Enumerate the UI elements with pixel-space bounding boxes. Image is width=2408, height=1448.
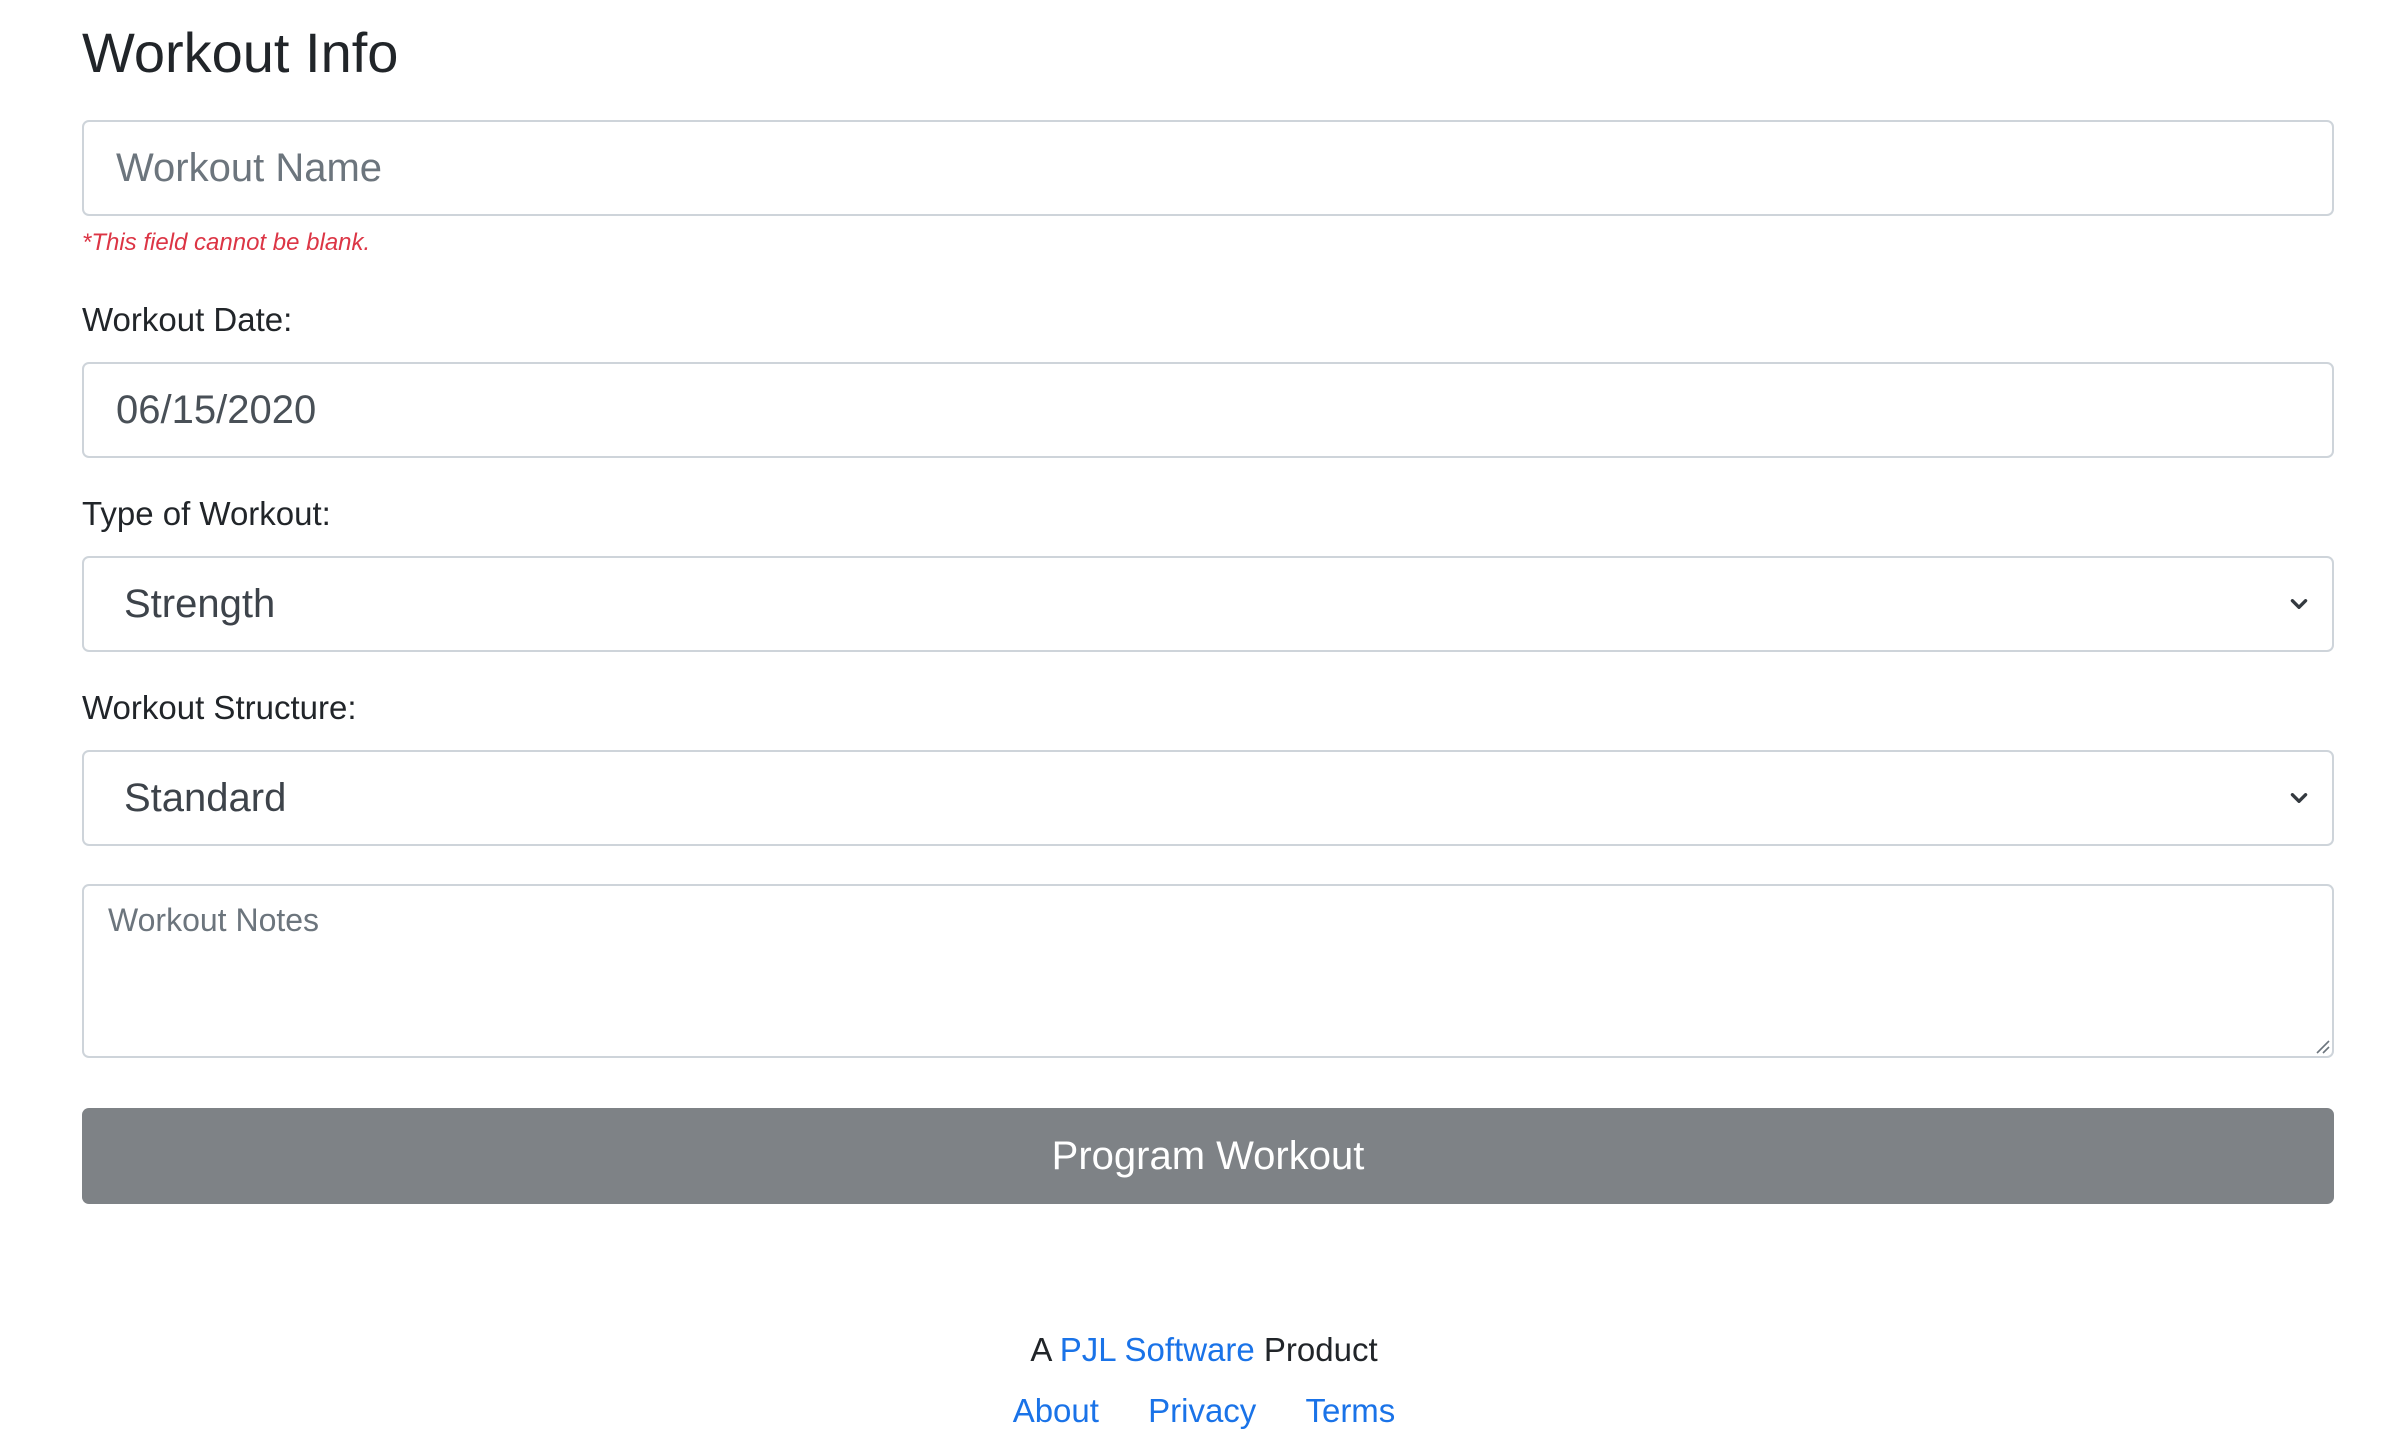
workout-name-error: *This field cannot be blank. [82,229,371,256]
workout-structure-select[interactable]: Standard [82,750,2334,846]
workout-name-input[interactable] [82,120,2334,216]
workout-date-label: Workout Date: [82,301,293,338]
workout-type-label: Type of Workout: [82,495,331,532]
workout-structure-selected-value: Standard [124,775,287,820]
terms-link[interactable]: Terms [1305,1392,1395,1429]
footer-suffix: Product [1263,1331,1378,1368]
workout-type-select[interactable]: Strength [82,556,2334,652]
footer-credit: A PJL Software Product [0,1330,2408,1370]
program-workout-button[interactable]: Program Workout [82,1108,2334,1204]
footer-prefix: A [1030,1331,1051,1368]
chevron-down-icon [2290,599,2308,609]
chevron-down-icon [2290,793,2308,803]
workout-date-input[interactable] [82,362,2334,458]
footer-links: About Privacy Terms [0,1391,2408,1431]
resize-grip-icon[interactable] [2314,1038,2330,1054]
workout-structure-label: Workout Structure: [82,689,357,726]
about-link[interactable]: About [1013,1392,1099,1429]
pjl-software-link[interactable]: PJL Software [1060,1331,1255,1368]
privacy-link[interactable]: Privacy [1148,1392,1256,1429]
page-title: Workout Info [82,21,399,84]
workout-type-selected-value: Strength [124,581,276,626]
workout-notes-textarea[interactable] [82,884,2334,1058]
